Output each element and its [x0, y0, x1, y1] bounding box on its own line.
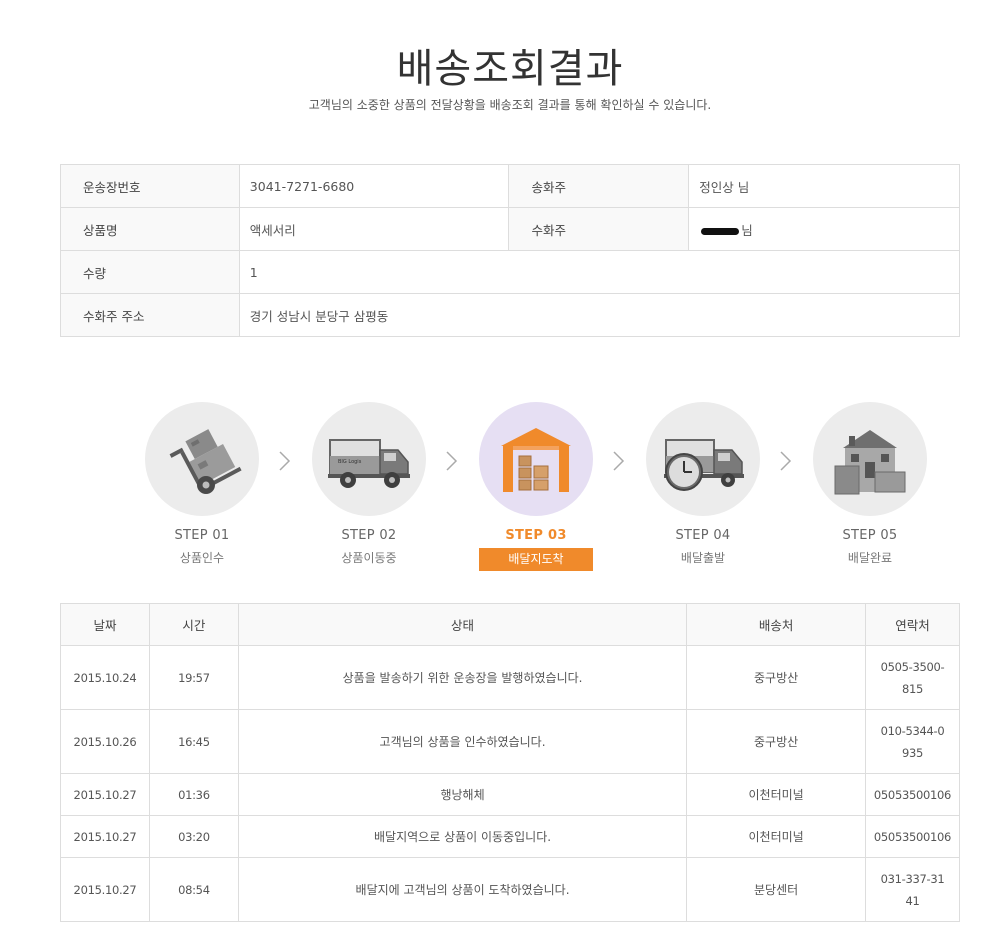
row-date: 2015.10.26 — [60, 709, 150, 774]
row-time: 01:36 — [148, 773, 239, 816]
step-number: STEP 05 — [842, 528, 898, 543]
product-label: 상품명 — [60, 207, 240, 251]
row-date: 2015.10.27 — [60, 857, 150, 922]
row-contact: 05053500106 — [864, 773, 961, 816]
row-place: 중구방산 — [686, 645, 866, 710]
row-status: 행낭해체 — [237, 773, 688, 816]
step-1: STEP 01 상품인수 — [117, 402, 287, 566]
delivery-truck-icon: BIG Logis — [312, 402, 426, 516]
contact-number: 010-5344-0935 — [880, 723, 945, 760]
sender-value: 정인상 님 — [688, 164, 960, 208]
info-row: 운송장번호 3041-7271-6680 송화주 정인상 님 — [60, 164, 960, 208]
page-title: 배송조회결과 — [396, 46, 624, 92]
quantity-label: 수량 — [60, 250, 240, 294]
row-time: 16:45 — [148, 709, 239, 774]
step-3: STEP 03 배달지도착 — [451, 402, 621, 571]
quantity-value: 1 — [238, 250, 961, 294]
table-header-row: 날짜 시간 상태 배송처 연락처 — [60, 603, 961, 646]
info-row: 수량 1 — [60, 250, 961, 294]
step-2: BIG Logis STEP 02 상품이동중 — [284, 402, 454, 566]
step-5: STEP 05 배달완료 — [785, 402, 955, 566]
row-status: 배달지역으로 상품이 이동중입니다. — [237, 815, 688, 858]
info-row: 수화주 주소 경기 성남시 분당구 삼평동 — [60, 293, 961, 337]
row-status: 배달지에 고객님의 상품이 도착하였습니다. — [237, 857, 688, 922]
step-number: STEP 04 — [675, 528, 731, 543]
step-number: STEP 02 — [341, 528, 397, 543]
row-contact: 0505-3500-815 — [864, 645, 961, 710]
address-label: 수화주 주소 — [60, 293, 240, 337]
warehouse-icon — [479, 402, 593, 516]
step-label-badge: 배달지도착 — [479, 548, 593, 571]
clock-truck-icon — [646, 402, 760, 516]
delivery-steps: STEP 01 상품인수 BIG Logis STEP 02 상품이동중 STE… — [0, 402, 998, 582]
step-label: 상품이동중 — [341, 551, 397, 565]
row-time: 08:54 — [148, 857, 239, 922]
receiver-value: 님 — [688, 207, 960, 251]
step-number: STEP 01 — [174, 528, 230, 543]
column-header-date: 날짜 — [60, 603, 150, 646]
contact-number: 031-337-3141 — [880, 871, 945, 908]
step-label: 상품인수 — [179, 551, 225, 565]
step-label: 배달완료 — [847, 551, 893, 565]
row-status: 고객님의 상품을 인수하였습니다. — [237, 709, 688, 774]
address-value: 경기 성남시 분당구 삼평동 — [238, 293, 961, 337]
hand-truck-icon — [145, 402, 259, 516]
house-icon — [813, 402, 927, 516]
waybill-value: 3041-7271-6680 — [238, 164, 510, 208]
table-row: 2015.10.24 19:57 상품을 발송하기 위한 운송장을 발행하였습니… — [60, 645, 961, 710]
redacted-name-mark — [701, 227, 740, 235]
column-header-time: 시간 — [148, 603, 239, 646]
table-row: 2015.10.26 16:45 고객님의 상품을 인수하였습니다. 중구방산 … — [60, 709, 961, 774]
step-4: STEP 04 배달출발 — [618, 402, 788, 566]
info-row: 상품명 액세서리 수화주 님 — [60, 207, 960, 251]
row-contact: 010-5344-0935 — [864, 709, 961, 774]
column-header-contact: 연락처 — [864, 603, 961, 646]
row-contact: 031-337-3141 — [864, 857, 961, 922]
row-date: 2015.10.27 — [60, 773, 150, 816]
column-header-place: 배송처 — [686, 603, 866, 646]
row-date: 2015.10.27 — [60, 815, 150, 858]
table-row: 2015.10.27 03:20 배달지역으로 상품이 이동중입니다. 이천터미… — [60, 815, 961, 858]
row-status: 상품을 발송하기 위한 운송장을 발행하였습니다. — [237, 645, 688, 710]
table-row: 2015.10.27 08:54 배달지에 고객님의 상품이 도착하였습니다. … — [60, 857, 961, 922]
receiver-label: 수화주 — [508, 207, 690, 251]
shipment-info-table: 운송장번호 3041-7271-6680 송화주 정인상 님 상품명 액세서리 … — [60, 164, 961, 337]
row-contact: 05053500106 — [864, 815, 961, 858]
step-number: STEP 03 — [505, 528, 567, 543]
sender-label: 송화주 — [508, 164, 690, 208]
row-time: 19:57 — [148, 645, 239, 710]
row-place: 이천터미널 — [686, 815, 866, 858]
truck-logo-text: BIG Logis — [338, 459, 362, 465]
waybill-label: 운송장번호 — [60, 164, 240, 208]
page-subtitle: 고객님의 소중한 상품의 전달상황을 배송조회 결과를 통해 확인하실 수 있습… — [308, 98, 712, 112]
row-time: 03:20 — [148, 815, 239, 858]
column-header-status: 상태 — [237, 603, 688, 646]
row-place: 이천터미널 — [686, 773, 866, 816]
step-label: 배달출발 — [680, 551, 726, 565]
tracking-history-table: 날짜 시간 상태 배송처 연락처 2015.10.24 19:57 상품을 발송… — [60, 603, 961, 922]
receiver-suffix: 님 — [741, 222, 753, 238]
table-row: 2015.10.27 01:36 행낭해체 이천터미널 05053500106 — [60, 773, 961, 816]
row-date: 2015.10.24 — [60, 645, 150, 710]
product-value: 액세서리 — [238, 207, 510, 251]
row-place: 중구방산 — [686, 709, 866, 774]
row-place: 분당센터 — [686, 857, 866, 922]
contact-number: 0505-3500-815 — [880, 659, 945, 696]
